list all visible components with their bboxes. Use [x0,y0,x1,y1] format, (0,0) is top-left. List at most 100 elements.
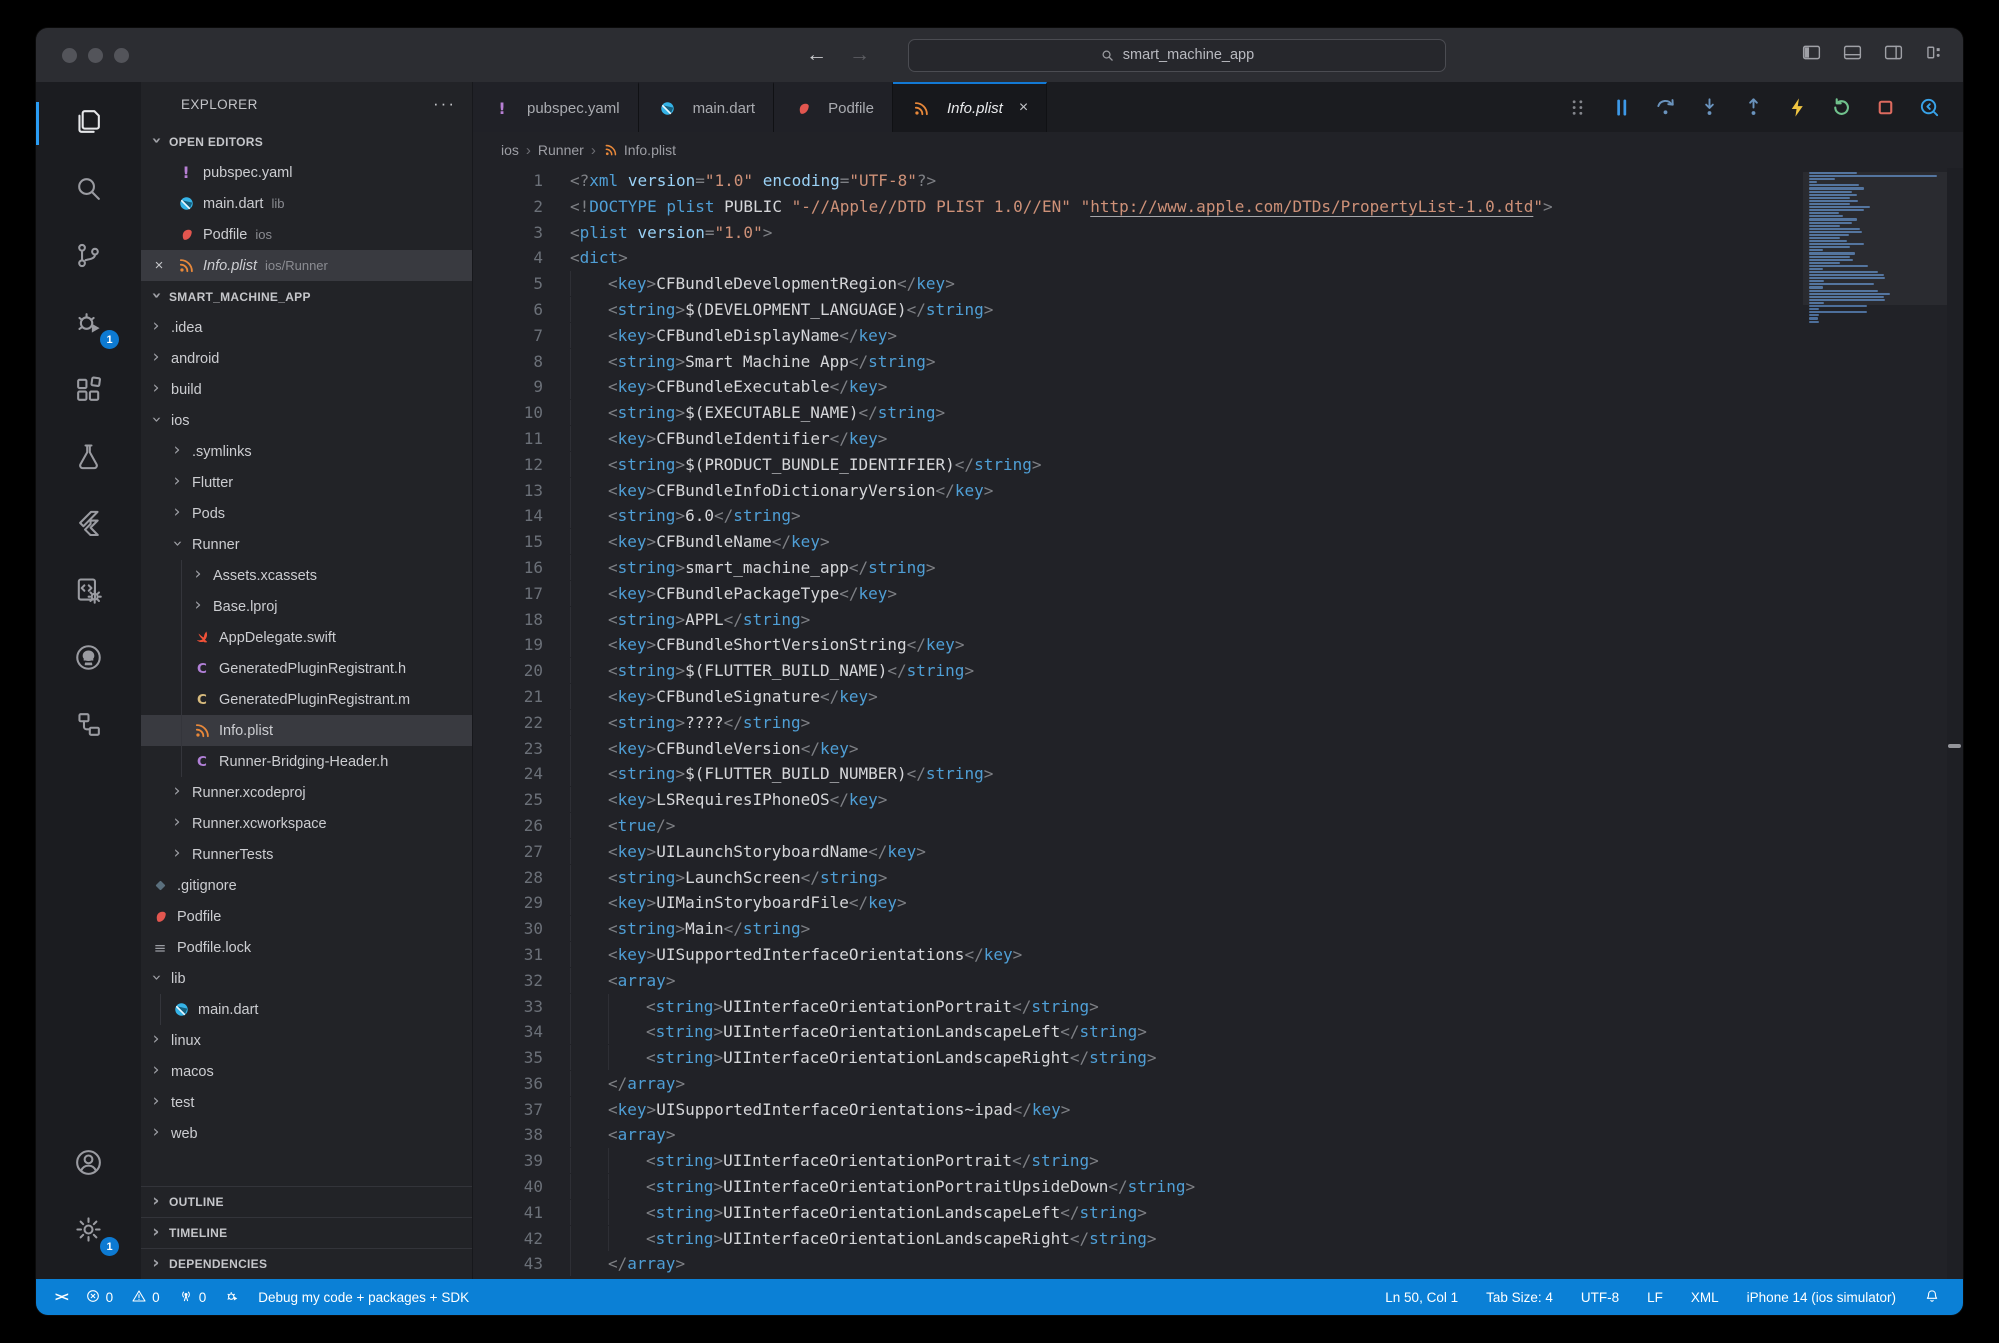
line-number[interactable]: 29 [473,890,543,916]
tree-item-Pods[interactable]: ›Pods [141,498,472,529]
step-out-button[interactable] [1742,96,1765,119]
line-number[interactable]: 25 [473,787,543,813]
line-number[interactable]: 20 [473,658,543,684]
section-dependencies[interactable]: ›DEPENDENCIES [141,1248,472,1279]
code-line-22[interactable]: 22<string>????</string> [473,710,1963,736]
line-number[interactable]: 23 [473,736,543,762]
activity-references-button[interactable] [36,693,141,760]
line-number[interactable]: 18 [473,607,543,633]
toggle-secondary-sidebar-button[interactable] [1883,42,1904,68]
restart-button[interactable] [1830,96,1853,119]
code-line-15[interactable]: 15<key>CFBundleName</key> [473,529,1963,555]
breadcrumb-item-ios[interactable]: ios [501,142,519,158]
line-number[interactable]: 9 [473,374,543,400]
line-number[interactable]: 36 [473,1071,543,1097]
zoom-window-button[interactable] [114,48,129,63]
tree-item-Base.lproj[interactable]: ›Base.lproj [141,591,472,622]
code-line-11[interactable]: 11<key>CFBundleIdentifier</key> [473,426,1963,452]
code-line-3[interactable]: 3<plist version="1.0"> [473,220,1963,246]
tree-item-Runner.xcworkspace[interactable]: ›Runner.xcworkspace [141,808,472,839]
toggle-primary-sidebar-button[interactable] [1801,42,1822,68]
activity-run-debug-button[interactable]: 1 [36,291,141,358]
tree-item-android[interactable]: ›android [141,343,472,374]
tree-item-macos[interactable]: ›macos [141,1056,472,1087]
line-number[interactable]: 15 [473,529,543,555]
close-tab-icon[interactable]: × [1019,99,1028,117]
open-editor-Podfile[interactable]: Podfileios [141,219,472,250]
line-number[interactable]: 19 [473,632,543,658]
tree-item-.idea[interactable]: ›.idea [141,312,472,343]
code-line-34[interactable]: 34<string>UIInterfaceOrientationLandscap… [473,1019,1963,1045]
line-number[interactable]: 13 [473,478,543,504]
step-over-button[interactable] [1654,96,1677,119]
activity-settings-button[interactable]: 1 [36,1198,141,1265]
code-line-16[interactable]: 16<string>smart_machine_app</string> [473,555,1963,581]
status-right-xml[interactable]: XML [1682,1290,1728,1305]
tree-item-Flutter[interactable]: ›Flutter [141,467,472,498]
status-right-ln-50-col-1[interactable]: Ln 50, Col 1 [1376,1290,1467,1305]
forward-button[interactable]: → [849,43,870,67]
line-number[interactable]: 30 [473,916,543,942]
line-number[interactable]: 17 [473,581,543,607]
code-line-40[interactable]: 40<string>UIInterfaceOrientationPortrait… [473,1174,1963,1200]
close-editor-icon[interactable]: × [149,257,169,274]
code-line-35[interactable]: 35<string>UIInterfaceOrientationLandscap… [473,1045,1963,1071]
line-number[interactable]: 24 [473,761,543,787]
line-number[interactable]: 21 [473,684,543,710]
code-line-37[interactable]: 37<key>UISupportedInterfaceOrientations~… [473,1097,1963,1123]
code-line-20[interactable]: 20<string>$(FLUTTER_BUILD_NAME)</string> [473,658,1963,684]
tree-item-build[interactable]: ›build [141,374,472,405]
activity-explorer-button[interactable] [36,90,141,157]
code-line-18[interactable]: 18<string>APPL</string> [473,607,1963,633]
activity-accounts-button[interactable] [36,1131,141,1198]
code-line-25[interactable]: 25<key>LSRequiresIPhoneOS</key> [473,787,1963,813]
scrollbar-thumb[interactable] [1948,744,1961,748]
line-number[interactable]: 40 [473,1174,543,1200]
toggle-panel-button[interactable] [1842,42,1863,68]
tree-item-GeneratedPluginRegistrant.m[interactable]: CGeneratedPluginRegistrant.m [141,684,472,715]
code-line-28[interactable]: 28<string>LaunchScreen</string> [473,865,1963,891]
code-line-5[interactable]: 5<key>CFBundleDevelopmentRegion</key> [473,271,1963,297]
status-left-remote[interactable]: >< [46,1289,76,1305]
minimap[interactable] [1809,172,1941,324]
sidebar-more-actions[interactable]: ··· [433,94,456,114]
code-line-36[interactable]: 36</array> [473,1071,1963,1097]
tree-item-Assets.xcassets[interactable]: ›Assets.xcassets [141,560,472,591]
code-line-2[interactable]: 2<!DOCTYPE plist PUBLIC "-//Apple//DTD P… [473,194,1963,220]
breadcrumb-item-Info.plist[interactable]: Info.plist [603,140,676,160]
status-left-0[interactable]: 0 [122,1288,169,1307]
command-center-search[interactable]: smart_machine_app [908,39,1446,72]
tree-item-Runner-Bridging-Header.h[interactable]: CRunner-Bridging-Header.h [141,746,472,777]
line-number[interactable]: 2 [473,194,543,220]
status-right-utf-8[interactable]: UTF-8 [1572,1290,1628,1305]
code-line-8[interactable]: 8<string>Smart Machine App</string> [473,349,1963,375]
tree-item-.gitignore[interactable]: .gitignore [141,870,472,901]
activity-extensions-button[interactable] [36,358,141,425]
code-line-43[interactable]: 43</array> [473,1251,1963,1277]
status-right-lf[interactable]: LF [1638,1290,1672,1305]
status-left-0[interactable]: 0 [76,1288,123,1307]
code-line-13[interactable]: 13<key>CFBundleInfoDictionaryVersion</ke… [473,478,1963,504]
line-number[interactable]: 16 [473,555,543,581]
status-right-iphone-14-ios-simulator[interactable]: iPhone 14 (ios simulator) [1738,1290,1905,1305]
line-number[interactable]: 31 [473,942,543,968]
status-left-0[interactable]: 0 [169,1288,216,1307]
tree-item-Runner[interactable]: ›Runner [141,529,472,560]
code-line-4[interactable]: 4<dict> [473,245,1963,271]
tree-item-Info.plist[interactable]: Info.plist [141,715,472,746]
activity-search-button[interactable] [36,157,141,224]
code-line-30[interactable]: 30<string>Main</string> [473,916,1963,942]
line-number[interactable]: 38 [473,1122,543,1148]
line-number[interactable]: 32 [473,968,543,994]
project-root-header[interactable]: › SMART_MACHINE_APP [141,281,472,312]
code-line-29[interactable]: 29<key>UIMainStoryboardFile</key> [473,890,1963,916]
tab-Info.plist[interactable]: Info.plist× [893,82,1047,132]
open-editor-pubspec.yaml[interactable]: !pubspec.yaml [141,157,472,188]
line-number[interactable]: 37 [473,1097,543,1123]
line-number[interactable]: 10 [473,400,543,426]
close-window-button[interactable] [62,48,77,63]
tree-item-Podfile.lock[interactable]: ≡Podfile.lock [141,932,472,963]
activity-source-control-button[interactable] [36,224,141,291]
tree-item-main.dart[interactable]: main.dart [141,994,472,1025]
code-line-27[interactable]: 27<key>UILaunchStoryboardName</key> [473,839,1963,865]
